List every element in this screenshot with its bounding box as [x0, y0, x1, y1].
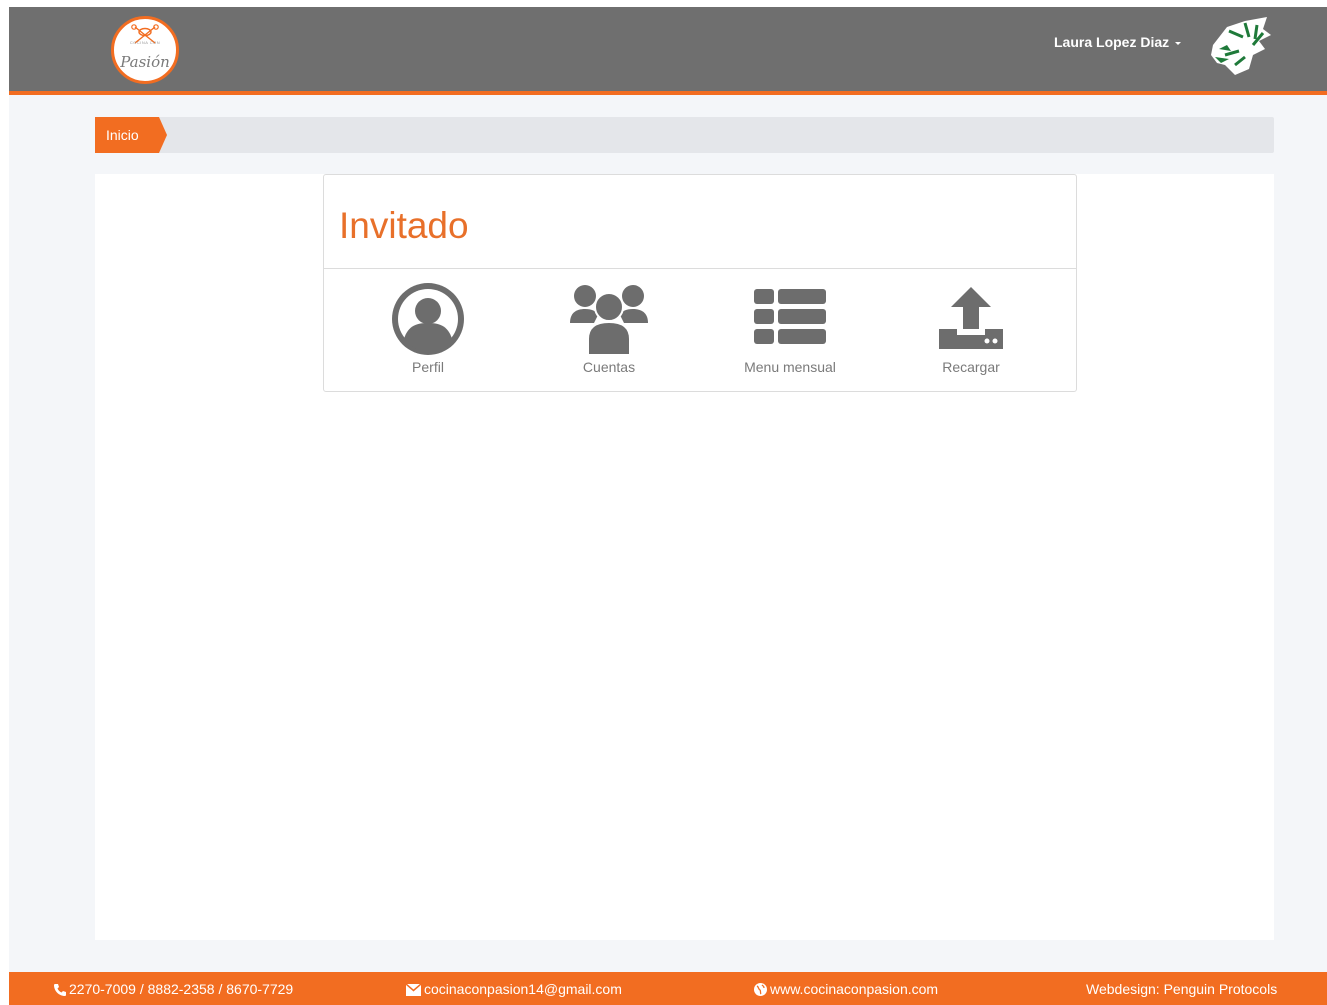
logo-wordmark: Pasión — [120, 53, 170, 71]
list-icon — [754, 289, 826, 344]
chef-utensils-icon — [131, 24, 159, 44]
footer-website-text: www.cocinaconpasion.com — [770, 981, 939, 997]
footer-credit: Webdesign: Penguin Protocols — [1086, 981, 1278, 997]
tile-label-perfil: Perfil — [412, 359, 444, 375]
tile-perfil[interactable]: Perfil — [353, 283, 503, 378]
tile-label-recargar: Recargar — [942, 359, 1000, 375]
tile-cuentas[interactable]: Cuentas — [534, 283, 684, 378]
user-circle-icon — [392, 283, 464, 355]
main-content: Invitado Perfil Cuentas Menu mensual Rec… — [95, 174, 1274, 940]
footer-email[interactable]: cocinaconpasion14@gmail.com — [405, 981, 622, 997]
tiger-avatar-icon[interactable] — [1205, 15, 1275, 79]
panel-divider — [324, 268, 1076, 269]
caret-down-icon — [1175, 41, 1182, 45]
logo-small-text: COCINA CON — [129, 40, 161, 45]
brand-logo[interactable]: COCINA CON Pasión — [111, 16, 179, 84]
phone-icon — [54, 984, 66, 996]
footer-email-text: cocinaconpasion14@gmail.com — [424, 981, 622, 997]
upload-icon — [939, 287, 1003, 349]
navbar: COCINA CON Pasión Laura Lopez Diaz — [9, 7, 1327, 95]
tile-recargar[interactable]: Recargar — [896, 283, 1046, 378]
breadcrumb: Inicio — [95, 117, 1274, 153]
footer: 2270-7009 / 8882-2358 / 8670-7729 cocina… — [9, 972, 1327, 1005]
users-group-icon — [570, 285, 648, 355]
globe-icon — [754, 983, 767, 996]
footer-website[interactable]: www.cocinaconpasion.com — [754, 981, 938, 997]
user-menu-dropdown[interactable]: Laura Lopez Diaz — [1054, 34, 1182, 50]
footer-phone-text: 2270-7009 / 8882-2358 / 8670-7729 — [69, 981, 294, 997]
footer-phone: 2270-7009 / 8882-2358 / 8670-7729 — [53, 981, 293, 997]
user-name: Laura Lopez Diaz — [1054, 34, 1170, 50]
tile-menu-mensual[interactable]: Menu mensual — [715, 283, 865, 378]
tile-label-menu-mensual: Menu mensual — [744, 359, 836, 375]
breadcrumb-item-inicio[interactable]: Inicio — [95, 117, 167, 153]
panel-title: Invitado — [339, 205, 469, 246]
tile-label-cuentas: Cuentas — [582, 359, 636, 375]
guest-panel: Invitado Perfil Cuentas Menu mensual Rec… — [323, 174, 1077, 392]
page: COCINA CON Pasión Laura Lopez Diaz Inici… — [9, 7, 1327, 1005]
envelope-icon — [405, 983, 422, 996]
